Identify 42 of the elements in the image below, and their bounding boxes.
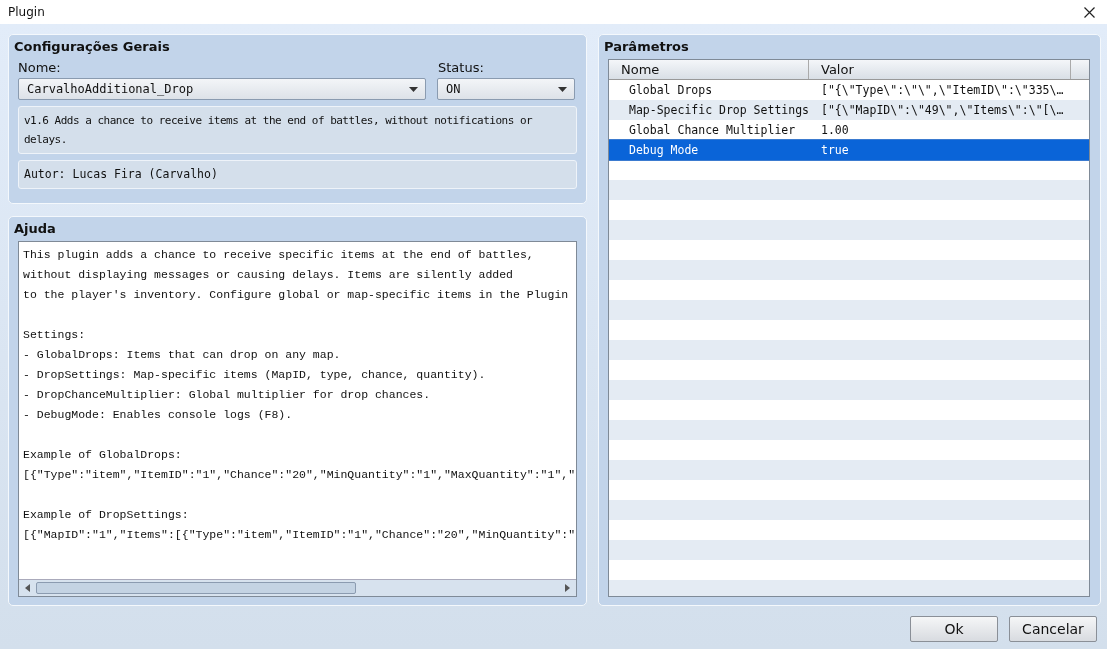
caret-icon (409, 86, 418, 92)
parameter-value: true (820, 142, 850, 159)
help-text-line: Settings: (23, 328, 86, 341)
parameter-row[interactable]: Debug Mode true (609, 140, 1089, 160)
parameter-value: ["{\"MapID\":\"49\",\"Items\":\"[\… (820, 102, 1065, 119)
close-icon[interactable] (1084, 6, 1095, 18)
panel-title: Ajuda (14, 221, 57, 237)
right-arrow-icon[interactable] (565, 584, 570, 592)
left-arrow-icon[interactable] (25, 584, 30, 592)
scrollbar-thumb[interactable] (36, 582, 356, 594)
name-label: Nome: (18, 60, 62, 75)
ok-button[interactable]: Ok (910, 616, 998, 642)
name-dropdown[interactable]: CarvalhoAdditional_Drop (18, 78, 426, 100)
panel-title: Configurações Gerais (14, 39, 171, 55)
parameter-name: Map-Specific Drop Settings (628, 102, 809, 119)
parameter-name: Global Chance Multiplier (628, 122, 797, 139)
help-text-line: to the player's inventory. Configure global or map-specific items in the Plugin (23, 288, 569, 301)
help-text-line: - DropChanceMultiplier: Global multiplier for drop chances. (23, 388, 431, 401)
status-label: Status: (438, 60, 484, 75)
caret-icon (558, 86, 567, 92)
parameter-value: 1.00 (820, 122, 850, 139)
author-text: Autor: Lucas Fira (Carvalho) (18, 160, 577, 189)
horizontal-scrollbar[interactable] (19, 579, 576, 596)
help-text-line: - DropSettings: Map-specific items (MapID, type, chance, quantity). (23, 368, 486, 381)
status-dropdown[interactable]: ON (437, 78, 575, 100)
help-text-line: [{"MapID":"1","Items":[{"Type":"item","ItemID":"1","Chance":"20","MinQuantity":" (23, 528, 576, 541)
column-header[interactable]: Valor (809, 60, 1071, 79)
help-text-line: - DebugMode: Enables console logs (F8). (23, 408, 293, 421)
help-text-line: Example of GlobalDrops: (23, 448, 182, 461)
parameter-name: Global Drops (628, 82, 714, 99)
description-text: v1.6 Adds a chance to receive items at the end of battles, without notifications or delays. (18, 106, 577, 154)
help-text-line: This plugin adds a chance to receive specific items at the end of battles, (23, 248, 534, 261)
column-header[interactable]: Nome (609, 60, 809, 79)
help-text-line: Example of DropSettings: (23, 508, 189, 521)
window-title: Plugin (8, 5, 45, 19)
help-text-line: - GlobalDrops: Items that can drop on any map. (23, 348, 341, 361)
parameter-name: Debug Mode (628, 142, 700, 159)
cancel-button[interactable]: Cancelar (1009, 616, 1097, 642)
help-text-line: [{"Type":"item","ItemID":"1","Chance":"20","MinQuantity":"1","MaxQuantity":"1"," (23, 468, 576, 481)
panel-title: Parâmetros (604, 39, 690, 55)
help-text-line: without displaying messages or causing delays. Items are silently added (23, 268, 513, 281)
parameter-value: ["{\"Type\":\"\",\"ItemID\":\"335\… (820, 82, 1065, 99)
